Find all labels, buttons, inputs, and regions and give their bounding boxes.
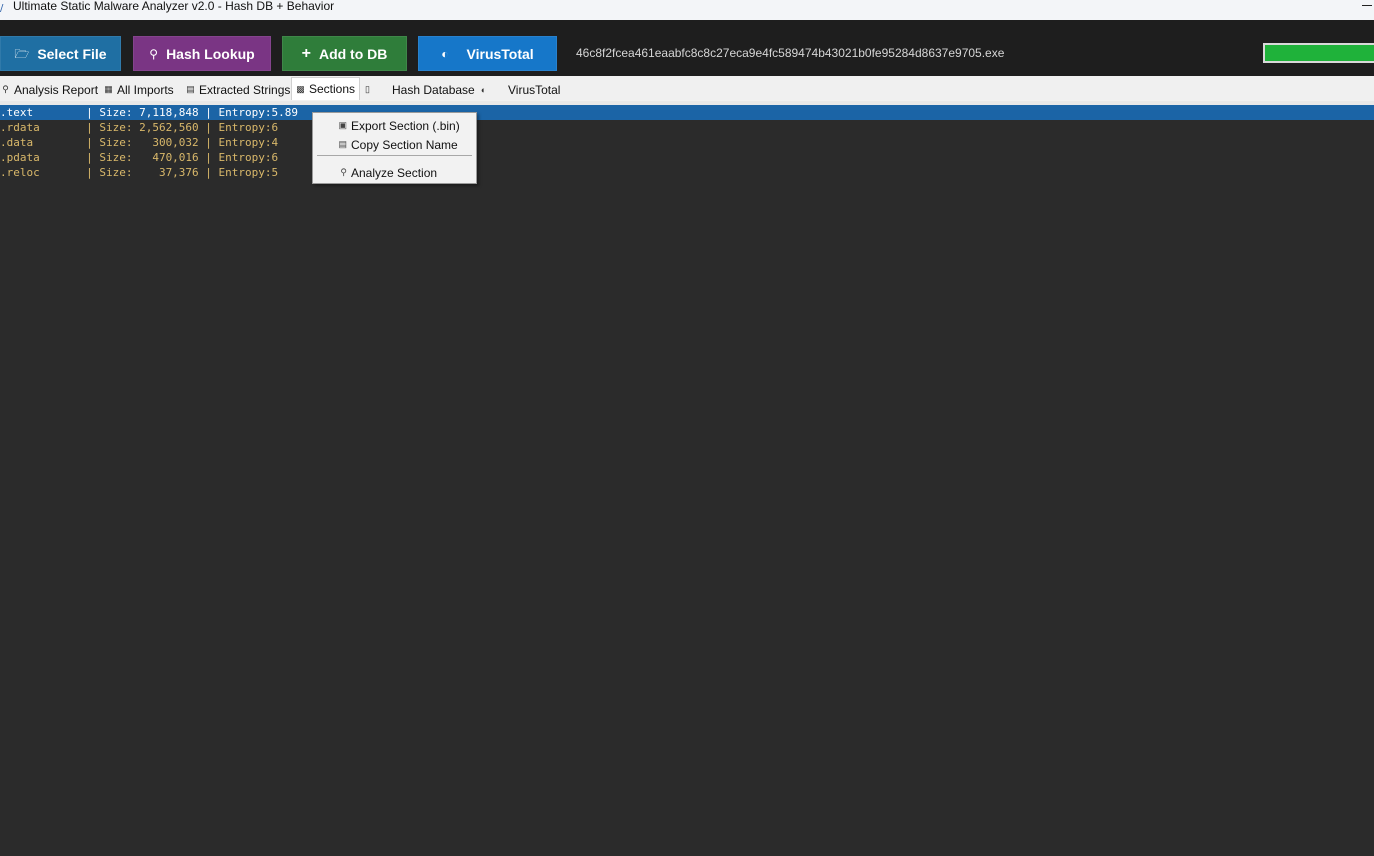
menu-item-copy-section-name[interactable]: ▤ Copy Section Name	[313, 135, 476, 154]
folder-icon: 🗁	[14, 46, 30, 61]
half-circle-icon: ◐	[441, 46, 449, 61]
save-icon: ▣	[338, 120, 347, 130]
tab-analysis-report[interactable]: ⚲ Analysis Report	[1, 80, 98, 99]
tab-label: Hash Database	[392, 82, 475, 97]
section-row[interactable]: .reloc | Size: 37,376 | Entropy:5	[0, 165, 1374, 180]
tab-virustotal[interactable]: ◐ VirusTotal	[479, 80, 561, 99]
chart-icon: ▩	[296, 83, 305, 94]
tab-label: Sections	[309, 82, 356, 96]
tab-extracted-strings[interactable]: ▤ Extracted Strings	[186, 80, 290, 99]
tab-sections[interactable]: ▩ Sections	[291, 77, 361, 100]
app-icon: /	[0, 3, 4, 14]
virustotal-button[interactable]: ◐ VirusTotal	[418, 36, 557, 71]
minimize-button[interactable]	[1360, 0, 1374, 14]
section-row[interactable]: .rdata | Size: 2,562,560 | Entropy:6	[0, 120, 1374, 135]
tab-bar: ⚲ Analysis Report ▦ All Imports ▤ Extrac…	[0, 76, 1374, 101]
menu-item-label: Export Section (.bin)	[351, 118, 460, 133]
menu-item-export-section[interactable]: ▣ Export Section (.bin)	[313, 116, 476, 135]
section-row[interactable]: .text | Size: 7,118,848 | Entropy:5.89	[0, 105, 1374, 120]
menu-separator	[317, 155, 472, 156]
half-circle-icon: ◐	[480, 84, 487, 95]
menu-item-analyze-section[interactable]: ⚲ Analyze Section	[313, 163, 476, 182]
tab-label: VirusTotal	[508, 82, 561, 97]
tab-label: Analysis Report	[14, 82, 99, 97]
tab-label: All Imports	[117, 82, 174, 97]
context-menu: ▣ Export Section (.bin) ▤ Copy Section N…	[312, 112, 477, 184]
progress-bar	[1263, 43, 1374, 63]
tab-all-imports[interactable]: ▦ All Imports	[104, 80, 174, 99]
add-to-db-label: Add to DB	[318, 45, 388, 62]
virustotal-label: VirusTotal	[466, 45, 534, 62]
magnifier-icon: ⚲	[2, 84, 9, 94]
clipboard-icon: ▯	[365, 84, 370, 94]
plus-icon: +	[301, 44, 311, 62]
section-row[interactable]: .data | Size: 300,032 | Entropy:4	[0, 135, 1374, 150]
window-title: Ultimate Static Malware Analyzer v2.0 - …	[13, 0, 335, 13]
title-bar: / Ultimate Static Malware Analyzer v2.0 …	[0, 0, 1374, 20]
sections-list[interactable]: .text | Size: 7,118,848 | Entropy:5.89 .…	[0, 105, 1374, 856]
file-name-label: 46c8f2fcea461eaabfc8c8c27eca9e4fc589474b…	[576, 46, 1005, 60]
select-file-label: Select File	[37, 45, 107, 62]
clipboard-icon: ▤	[338, 139, 347, 149]
add-to-db-button[interactable]: + Add to DB	[282, 36, 407, 71]
magnifier-icon: ⚲	[340, 167, 347, 177]
hash-lookup-label: Hash Lookup	[166, 45, 255, 62]
menu-item-label: Analyze Section	[351, 165, 438, 180]
tab-hash-database[interactable]: ▯ Hash Database	[363, 80, 475, 99]
toolbar: 🗁 Select File ⚲ Hash Lookup + Add to DB …	[0, 20, 1374, 76]
hash-lookup-button[interactable]: ⚲ Hash Lookup	[133, 36, 271, 71]
package-icon: ▦	[104, 84, 113, 94]
section-row[interactable]: .pdata | Size: 470,016 | Entropy:6	[0, 150, 1374, 165]
document-icon: ▤	[186, 84, 195, 94]
menu-item-label: Copy Section Name	[351, 137, 458, 152]
key-icon: ⚲	[149, 46, 159, 61]
select-file-button[interactable]: 🗁 Select File	[0, 36, 121, 71]
tab-label: Extracted Strings	[199, 82, 291, 97]
